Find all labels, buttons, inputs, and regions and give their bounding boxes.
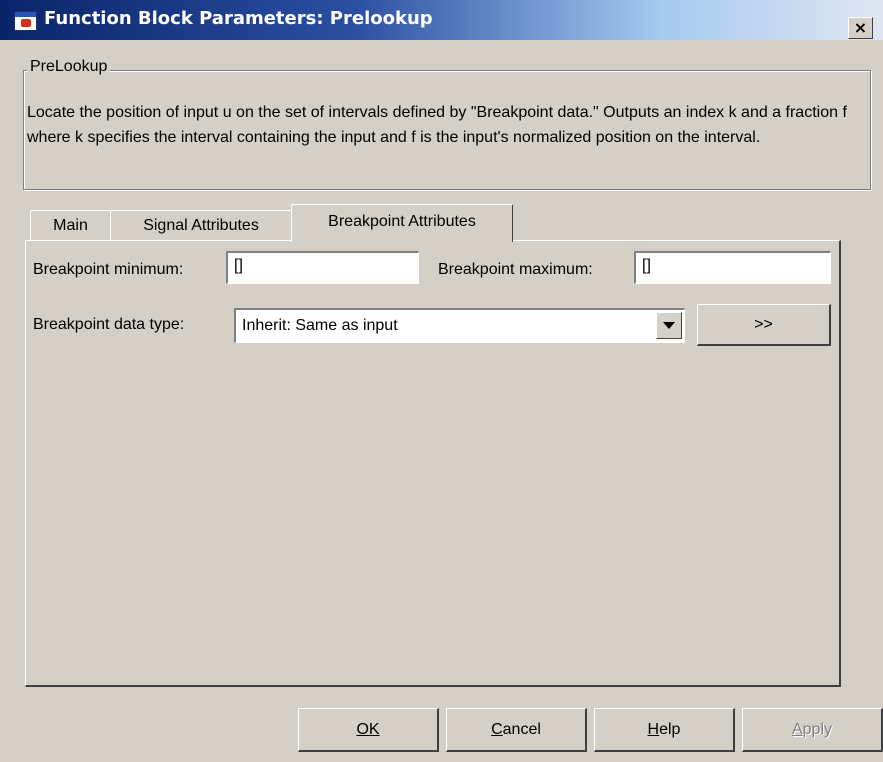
ok-button[interactable]: OK — [298, 708, 439, 752]
breakpoint-minimum-value: [] — [234, 257, 243, 274]
tab-breakpoint-attributes[interactable]: Breakpoint Attributes — [291, 204, 513, 242]
tab-breakpoint-attributes-label: Breakpoint Attributes — [328, 212, 476, 230]
breakpoint-minimum-label: Breakpoint minimum: — [33, 261, 184, 278]
cancel-button[interactable]: Cancel — [446, 708, 587, 752]
chevron-down-icon — [663, 322, 675, 329]
breakpoint-data-type-select[interactable]: Inherit: Same as input — [234, 308, 685, 343]
block-description: Locate the position of input u on the se… — [27, 104, 847, 146]
data-type-assistant-label: >> — [754, 315, 773, 333]
apply-button[interactable]: Apply — [742, 708, 883, 752]
tab-main-label: Main — [53, 216, 88, 234]
cancel-label: Cancel — [491, 720, 541, 738]
window-title: Function Block Parameters: Prelookup — [44, 8, 433, 29]
breakpoint-maximum-field[interactable]: [] — [634, 251, 831, 284]
apply-label: Apply — [791, 720, 833, 738]
ok-label: OK — [356, 720, 380, 738]
breakpoint-maximum-value: [] — [642, 257, 651, 274]
tab-signal-attributes[interactable]: Signal Attributes — [110, 210, 292, 240]
data-type-assistant-button[interactable]: >> — [697, 304, 831, 346]
help-label: Help — [647, 720, 681, 738]
breakpoint-data-type-value: Inherit: Same as input — [242, 317, 398, 334]
help-button[interactable]: Help — [594, 708, 735, 752]
simulink-block-icon — [14, 11, 37, 31]
group-title: PreLookup — [27, 58, 111, 76]
dropdown-button[interactable] — [656, 312, 682, 339]
breakpoint-minimum-field[interactable]: [] — [226, 251, 419, 284]
tab-main[interactable]: Main — [30, 210, 111, 240]
title-bar[interactable]: Function Block Parameters: Prelookup × — [0, 0, 883, 40]
close-icon: × — [853, 18, 868, 37]
function-block-parameters-dialog: Function Block Parameters: Prelookup × P… — [0, 0, 883, 762]
breakpoint-data-type-label: Breakpoint data type: — [33, 316, 185, 333]
tab-signal-attributes-label: Signal Attributes — [143, 216, 259, 234]
close-button[interactable]: × — [848, 17, 873, 39]
breakpoint-maximum-label: Breakpoint maximum: — [438, 261, 593, 278]
